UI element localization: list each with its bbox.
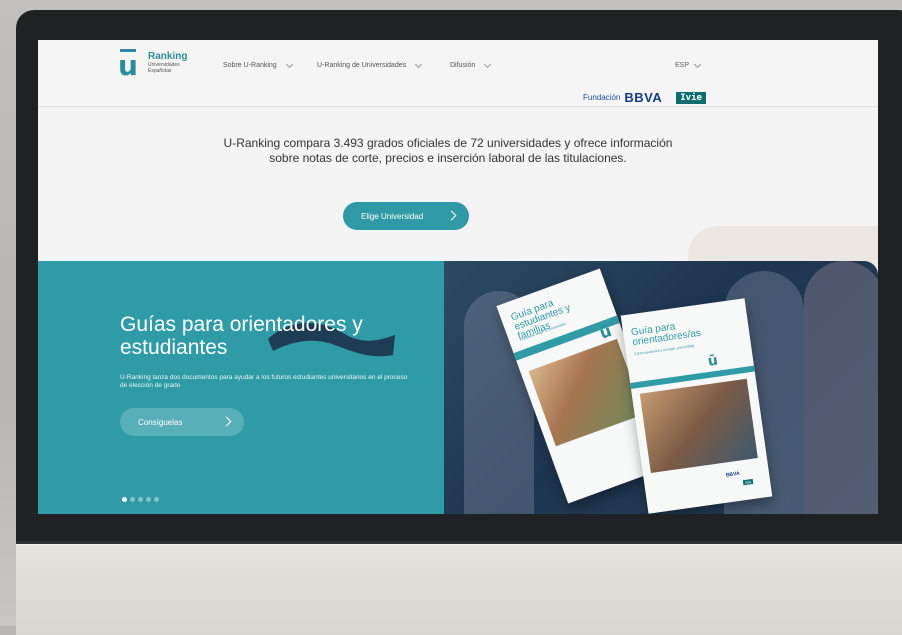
students-photo: Guía para estudiantes y familias Ya pued… bbox=[444, 261, 878, 514]
top-navigation: u Ranking Universidades Españolas Sobre … bbox=[38, 40, 878, 107]
button-label: Elige Universidad bbox=[361, 211, 424, 221]
intro-text: U-Ranking compara 3.493 grados oficiales… bbox=[223, 136, 673, 165]
nav-item-label: Sobre U-Ranking bbox=[223, 62, 277, 69]
slider-dot[interactable] bbox=[130, 497, 135, 502]
ivie-logo[interactable]: Ivie bbox=[676, 91, 706, 104]
bbva-logo: BBVA bbox=[725, 470, 741, 479]
partner-logos: Fundación BBVA Ivie bbox=[583, 90, 706, 105]
slide-title: Guías para orientadores y estudiantes bbox=[120, 313, 363, 359]
chevron-down-icon bbox=[285, 60, 293, 68]
logo-text: Ranking Universidades Españolas bbox=[148, 51, 188, 75]
ivie-logo: Ivie bbox=[742, 478, 754, 486]
browser-screen: u Ranking Universidades Españolas Sobre … bbox=[38, 40, 878, 514]
slider-pagination bbox=[122, 497, 159, 502]
hero-slider: Guías para orientadores y estudiantes U-… bbox=[38, 261, 878, 514]
nav-item-difusion[interactable]: Difusión bbox=[450, 60, 492, 69]
site-logo[interactable]: u Ranking Universidades Españolas bbox=[118, 49, 188, 80]
button-label: Consíguelas bbox=[138, 417, 183, 427]
slider-dot[interactable] bbox=[138, 497, 143, 502]
bbva-logo[interactable]: BBVA bbox=[624, 90, 662, 105]
language-label: ESP bbox=[675, 62, 690, 69]
slide-description: U-Ranking lanza dos documentos para ayud… bbox=[120, 374, 408, 389]
monitor-chin bbox=[16, 544, 902, 635]
slider-dot[interactable] bbox=[154, 497, 159, 502]
u-logo-icon: u bbox=[118, 49, 140, 80]
slider-dot[interactable] bbox=[146, 497, 151, 502]
chevron-down-icon bbox=[693, 60, 702, 68]
language-selector[interactable]: ESP bbox=[675, 60, 702, 69]
elige-universidad-button[interactable]: Elige Universidad bbox=[343, 202, 469, 230]
nav-item-sobre-u-ranking[interactable]: Sobre U-Ranking bbox=[223, 60, 293, 69]
book-title: Guía para estudiantes y familias bbox=[509, 297, 573, 343]
consiguelas-button[interactable]: Consíguelas bbox=[120, 408, 244, 436]
fundacion-label: Fundación bbox=[583, 93, 621, 102]
nav-item-label: U-Ranking de Universidades bbox=[317, 62, 407, 69]
book-cover-photo bbox=[639, 378, 758, 474]
book-title: Guía para orientadores/as bbox=[630, 321, 702, 349]
logo-subtitle: Españolas bbox=[148, 68, 172, 74]
nav-item-u-ranking-universidades[interactable]: U-Ranking de Universidades bbox=[317, 60, 423, 69]
chevron-down-icon bbox=[484, 60, 492, 68]
chevron-right-icon bbox=[446, 210, 457, 221]
slide-text-panel: Guías para orientadores y estudiantes U-… bbox=[38, 261, 444, 514]
u-logo-icon: ū bbox=[706, 352, 719, 370]
logo-title: Ranking bbox=[148, 51, 188, 62]
slider-dot[interactable] bbox=[122, 497, 127, 502]
person-silhouette bbox=[804, 261, 878, 514]
nav-item-label: Difusión bbox=[450, 62, 476, 69]
chevron-down-icon bbox=[415, 60, 423, 68]
chevron-right-icon bbox=[221, 416, 232, 427]
